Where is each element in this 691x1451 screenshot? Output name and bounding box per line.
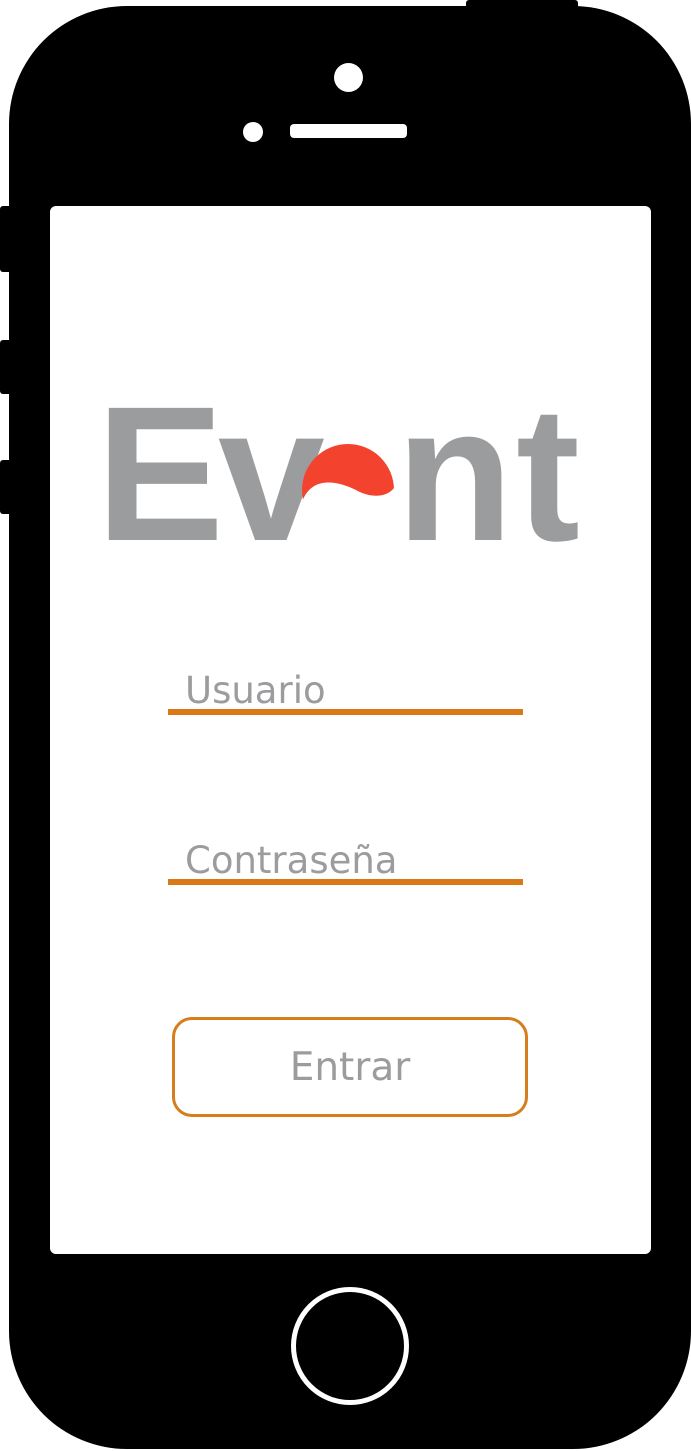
phone-screen: E v e n t Usuario Contraseña Entrar <box>50 206 651 1254</box>
password-underline <box>168 879 523 885</box>
logo-letter-e: E <box>96 366 224 581</box>
username-underline <box>168 709 523 715</box>
event-logo: E v e n t <box>96 366 580 581</box>
logo-swirl-icon: e <box>302 444 395 538</box>
enter-button-label: Entrar <box>289 1044 411 1090</box>
logo-letter-t: t <box>516 366 580 581</box>
username-placeholder: Usuario <box>185 669 326 712</box>
username-field[interactable]: Usuario <box>168 658 523 715</box>
password-field[interactable]: Contraseña <box>168 830 523 885</box>
password-placeholder: Contraseña <box>185 839 398 882</box>
proximity-sensor <box>243 122 263 142</box>
earpiece-speaker <box>290 124 407 138</box>
logo-letter-n: n <box>396 366 513 581</box>
front-camera <box>334 63 363 92</box>
home-button[interactable] <box>291 1287 409 1405</box>
enter-button[interactable]: Entrar <box>172 1017 528 1117</box>
